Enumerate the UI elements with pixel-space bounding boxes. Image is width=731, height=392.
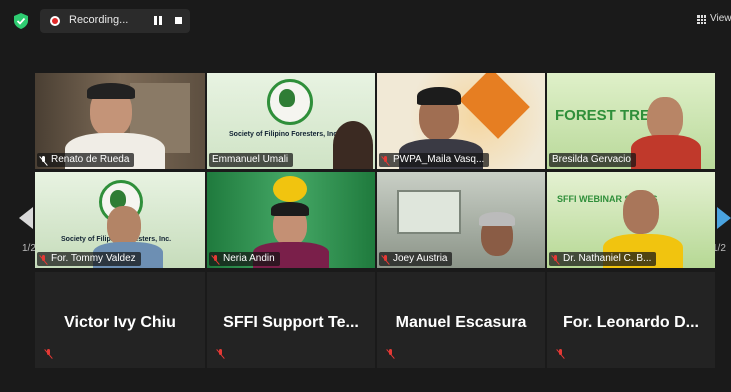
participant-name: Neria Andin <box>223 253 275 264</box>
grid-icon <box>697 15 706 24</box>
participant-name: Victor Ivy Chiu <box>64 314 176 331</box>
video-tile[interactable]: Renato de Rueda <box>35 73 205 169</box>
audio-only-tile[interactable]: For. Leonardo D... <box>547 272 715 368</box>
mic-muted-icon <box>557 349 564 358</box>
participant-shirt <box>631 135 701 169</box>
tree-icon <box>279 89 295 107</box>
participant-name: Manuel Escasura <box>395 314 527 331</box>
audio-only-tile[interactable]: Victor Ivy Chiu <box>35 272 205 368</box>
participant-name-tag: Neria Andin <box>209 252 280 266</box>
audio-only-tile[interactable]: SFFI Support Te... <box>207 272 375 368</box>
recording-indicator: Recording... <box>40 9 190 33</box>
record-dot-icon <box>50 16 60 26</box>
participant-name: SFFI Support Te... <box>223 314 359 331</box>
seal-emblem <box>273 176 307 202</box>
view-button[interactable]: View <box>697 12 731 28</box>
video-tile[interactable]: SFFI WEBINAR SERIES Dr. Nathaniel C. B..… <box>547 172 715 268</box>
participant-name-tag: Emmanuel Umali <box>209 153 294 167</box>
participant-name-tag: Renato de Rueda <box>37 153 135 167</box>
mic-muted-icon <box>40 155 47 165</box>
participant-hair <box>87 83 135 99</box>
mic-muted-icon <box>212 254 219 264</box>
mic-muted-icon <box>45 349 52 358</box>
pause-icon[interactable] <box>152 16 164 26</box>
participant-name: Bresilda Gervacio <box>552 154 631 165</box>
participant-name-tag: Bresilda Gervacio <box>549 153 636 167</box>
participant-name: Emmanuel Umali <box>212 154 289 165</box>
video-tile[interactable]: Joey Austria <box>377 172 545 268</box>
participant-hair <box>271 202 309 216</box>
video-tile[interactable]: Society of Filipino Foresters, Inc. For.… <box>35 172 205 268</box>
view-label: View <box>710 13 731 24</box>
mic-muted-icon <box>552 254 559 264</box>
mic-muted-icon <box>382 254 389 264</box>
participant-name-tag: For. Tommy Valdez <box>37 252 141 266</box>
mic-muted-icon <box>387 349 394 358</box>
participant-hair <box>479 212 515 226</box>
participant-name: PWPA_Maila Vasq... <box>393 154 485 165</box>
chevron-right-icon[interactable] <box>717 207 731 229</box>
participant-name-tag: PWPA_Maila Vasq... <box>379 153 490 167</box>
mic-muted-icon <box>217 349 224 358</box>
video-tile[interactable]: Society of Filipino Foresters, Inc. Emma… <box>207 73 375 169</box>
participant-name: Renato de Rueda <box>51 154 130 165</box>
mic-muted-icon <box>382 155 389 165</box>
video-tile[interactable]: PWPA_Maila Vasq... <box>377 73 545 169</box>
video-tile[interactable]: Neria Andin <box>207 172 375 268</box>
participant-face <box>623 190 659 234</box>
participant-name: For. Leonardo D... <box>562 314 699 331</box>
participant-name: Dr. Nathaniel C. B... <box>563 253 652 264</box>
meeting-top-bar: Recording... View <box>0 0 731 40</box>
participant-hair <box>417 87 461 105</box>
banner-title: FOREST TREK <box>555 107 661 124</box>
participant-name: Joey Austria <box>393 253 448 264</box>
page-indicator-left: 1/2 <box>22 243 36 254</box>
mic-muted-icon <box>40 254 47 264</box>
video-tile[interactable]: FOREST TREK Bresilda Gervacio <box>547 73 715 169</box>
chevron-left-icon[interactable] <box>19 207 33 229</box>
window-pane <box>397 190 461 234</box>
participant-name-tag: Dr. Nathaniel C. B... <box>549 252 657 266</box>
participant-face <box>107 206 141 246</box>
participant-name-tag: Joey Austria <box>379 252 453 266</box>
stop-icon[interactable] <box>175 17 182 24</box>
participant-name: For. Tommy Valdez <box>51 253 136 264</box>
shield-check-icon[interactable] <box>14 13 28 29</box>
recording-label: Recording... <box>69 14 129 26</box>
banner-text: Society of Filipino Foresters, Inc. <box>229 131 340 138</box>
participant-head <box>333 121 373 169</box>
audio-only-tile[interactable]: Manuel Escasura <box>377 272 545 368</box>
